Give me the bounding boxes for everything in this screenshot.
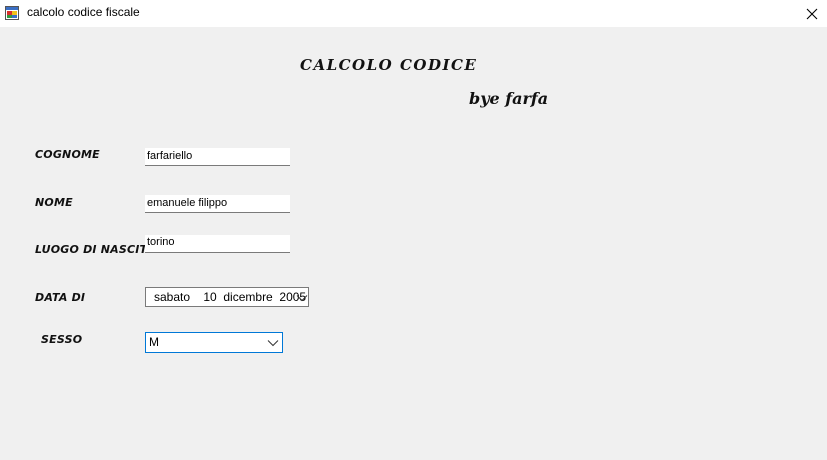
- chevron-down-icon[interactable]: [296, 294, 308, 302]
- chevron-down-icon[interactable]: [267, 339, 279, 347]
- nome-label: NOME: [35, 196, 73, 209]
- sesso-value: M: [149, 335, 159, 349]
- close-button[interactable]: [797, 0, 827, 27]
- window-title: calcolo codice fiscale: [27, 5, 140, 19]
- luogo-nascita-input[interactable]: torino: [145, 235, 290, 253]
- app-window: calcolo codice fiscale CALCOLO CODICE by…: [0, 0, 827, 460]
- data-nascita-datepicker[interactable]: sabato 10 dicembre 2005: [145, 287, 309, 307]
- sesso-select[interactable]: M: [145, 332, 283, 353]
- form-heading: CALCOLO CODICE: [300, 56, 478, 74]
- cognome-label: COGNOME: [35, 148, 100, 161]
- data-nascita-value: sabato 10 dicembre 2005: [154, 290, 307, 304]
- form-subheading: bye farfa: [469, 89, 549, 108]
- windows-form-icon: [5, 6, 19, 20]
- data-nascita-label: DATA DI: [35, 291, 86, 304]
- luogo-nascita-label: LUOGO DI NASCITA: [35, 243, 156, 256]
- sesso-label: SESSO: [41, 333, 83, 346]
- nome-input[interactable]: emanuele filippo: [145, 195, 290, 213]
- title-bar: calcolo codice fiscale: [0, 0, 827, 27]
- cognome-input[interactable]: farfariello: [145, 148, 290, 166]
- close-icon: [806, 8, 818, 19]
